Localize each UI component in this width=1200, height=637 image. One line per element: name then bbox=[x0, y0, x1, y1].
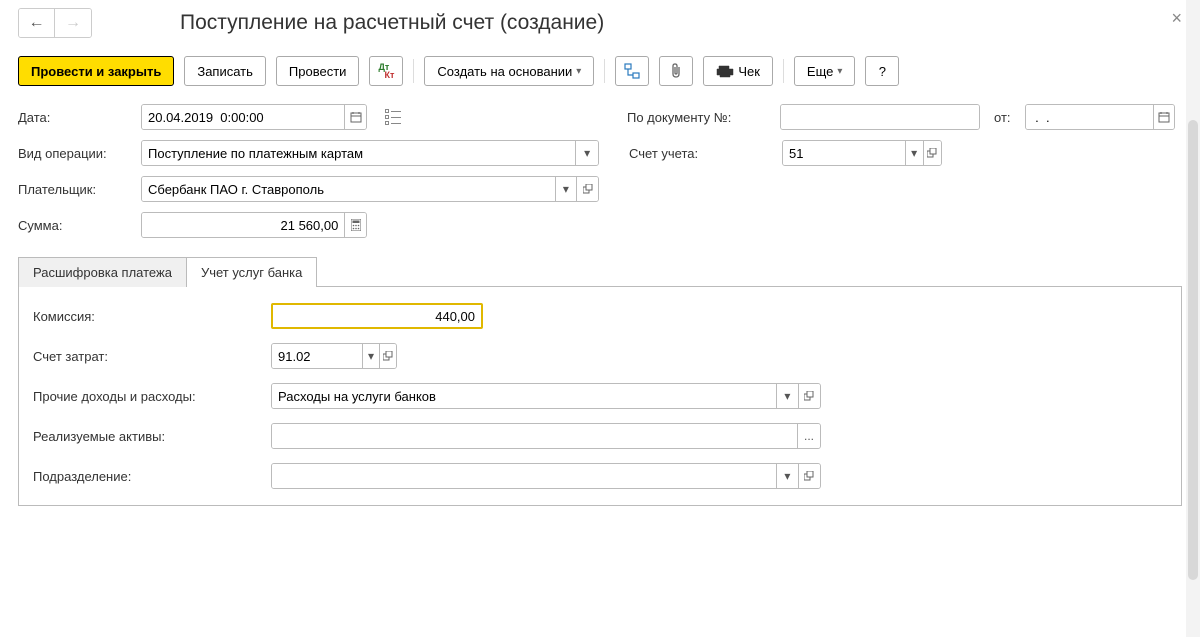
dtkt-icon: ДтКт bbox=[378, 63, 394, 79]
printer-icon bbox=[716, 64, 734, 78]
open-icon[interactable] bbox=[798, 384, 820, 408]
account-input-wrap: ▾ bbox=[782, 140, 942, 166]
create-based-button[interactable]: Создать на основании ▾ bbox=[424, 56, 594, 86]
structure-button[interactable] bbox=[615, 56, 649, 86]
chevron-down-icon[interactable]: ▾ bbox=[555, 177, 577, 201]
scrollbar[interactable] bbox=[1186, 0, 1200, 637]
row-optype: Вид операции: ▾ Счет учета: ▾ bbox=[18, 140, 1182, 166]
payer-input-wrap: ▾ bbox=[141, 176, 599, 202]
chevron-down-icon[interactable]: ▾ bbox=[776, 384, 798, 408]
row-date: Дата: По документу №: от: bbox=[18, 104, 1182, 130]
open-icon[interactable] bbox=[798, 464, 820, 488]
docdate-label: от: bbox=[994, 110, 1011, 125]
docnum-label: По документу №: bbox=[627, 110, 772, 125]
expense-acc-input[interactable] bbox=[272, 344, 362, 368]
chevron-down-icon[interactable]: ▾ bbox=[362, 344, 379, 368]
docnum-input[interactable] bbox=[781, 105, 979, 129]
more-button[interactable]: Еще ▾ bbox=[794, 56, 855, 86]
row-other: Прочие доходы и расходы: ▾ bbox=[33, 383, 1167, 409]
list-view-icon[interactable] bbox=[385, 109, 401, 125]
row-payer: Плательщик: ▾ bbox=[18, 176, 1182, 202]
assets-input-wrap: ... bbox=[271, 423, 821, 449]
other-input-wrap: ▾ bbox=[271, 383, 821, 409]
forward-button[interactable]: → bbox=[55, 9, 91, 37]
toolbar: Провести и закрыть Записать Провести ДтК… bbox=[18, 56, 1182, 86]
close-button[interactable]: × bbox=[1171, 8, 1182, 29]
chevron-down-icon[interactable]: ▾ bbox=[776, 464, 798, 488]
division-input[interactable] bbox=[272, 464, 776, 488]
ellipsis-icon[interactable]: ... bbox=[797, 424, 820, 448]
commission-input-wrap bbox=[271, 303, 483, 329]
division-input-wrap: ▾ bbox=[271, 463, 821, 489]
optype-label: Вид операции: bbox=[18, 146, 133, 161]
page-title: Поступление на расчетный счет (создание) bbox=[180, 11, 604, 35]
chevron-down-icon[interactable]: ▾ bbox=[905, 141, 923, 165]
assets-label: Реализуемые активы: bbox=[33, 429, 263, 444]
commission-input[interactable] bbox=[273, 305, 481, 327]
other-label: Прочие доходы и расходы: bbox=[33, 389, 263, 404]
scrollbar-thumb[interactable] bbox=[1188, 120, 1198, 580]
back-button[interactable]: ← bbox=[19, 9, 55, 37]
help-button[interactable]: ? bbox=[865, 56, 899, 86]
calculator-icon[interactable] bbox=[344, 213, 366, 237]
dtkt-button[interactable]: ДтКт bbox=[369, 56, 403, 86]
assets-input[interactable] bbox=[272, 424, 797, 448]
commission-label: Комиссия: bbox=[33, 309, 263, 324]
date-label: Дата: bbox=[18, 110, 133, 125]
header: ← → Поступление на расчетный счет (созда… bbox=[18, 8, 1182, 38]
open-icon[interactable] bbox=[923, 141, 941, 165]
date-input-wrap bbox=[141, 104, 367, 130]
date-input[interactable] bbox=[142, 105, 344, 129]
check-label: Чек bbox=[738, 64, 760, 79]
separator bbox=[783, 59, 784, 83]
tab-body: Комиссия: Счет затрат: ▾ bbox=[18, 286, 1182, 506]
row-division: Подразделение: ▾ bbox=[33, 463, 1167, 489]
docdate-input-wrap bbox=[1025, 104, 1175, 130]
sum-label: Сумма: bbox=[18, 218, 133, 233]
expense-acc-label: Счет затрат: bbox=[33, 349, 263, 364]
optype-input-wrap: ▾ bbox=[141, 140, 599, 166]
post-close-button[interactable]: Провести и закрыть bbox=[18, 56, 174, 86]
expense-acc-input-wrap: ▾ bbox=[271, 343, 397, 369]
account-input[interactable] bbox=[783, 141, 905, 165]
division-label: Подразделение: bbox=[33, 469, 263, 484]
other-input[interactable] bbox=[272, 384, 776, 408]
calendar-icon[interactable] bbox=[344, 105, 366, 129]
payer-input[interactable] bbox=[142, 177, 555, 201]
create-based-label: Создать на основании bbox=[437, 64, 572, 79]
payer-label: Плательщик: bbox=[18, 182, 133, 197]
row-assets: Реализуемые активы: ... bbox=[33, 423, 1167, 449]
form: Дата: По документу №: от: bbox=[18, 104, 1182, 506]
paperclip-icon bbox=[669, 63, 683, 79]
calendar-icon[interactable] bbox=[1153, 105, 1174, 129]
row-sum: Сумма: bbox=[18, 212, 1182, 238]
open-icon[interactable] bbox=[576, 177, 598, 201]
sum-input-wrap bbox=[141, 212, 367, 238]
chevron-down-icon: ▾ bbox=[576, 66, 581, 77]
docdate-input[interactable] bbox=[1026, 105, 1153, 129]
more-label: Еще bbox=[807, 64, 833, 79]
optype-input[interactable] bbox=[142, 141, 575, 165]
check-button[interactable]: Чек bbox=[703, 56, 773, 86]
tab-payment-breakdown[interactable]: Расшифровка платежа bbox=[18, 257, 187, 287]
separator bbox=[604, 59, 605, 83]
attachment-button[interactable] bbox=[659, 56, 693, 86]
docnum-input-wrap bbox=[780, 104, 980, 130]
nav-buttons: ← → bbox=[18, 8, 92, 38]
chevron-down-icon[interactable]: ▾ bbox=[575, 141, 598, 165]
tab-bank-services[interactable]: Учет услуг банка bbox=[186, 257, 317, 287]
post-button[interactable]: Провести bbox=[276, 56, 360, 86]
account-label: Счет учета: bbox=[629, 146, 774, 161]
row-expense-acc: Счет затрат: ▾ bbox=[33, 343, 1167, 369]
structure-icon bbox=[624, 63, 640, 79]
open-icon[interactable] bbox=[379, 344, 396, 368]
sum-input[interactable] bbox=[142, 213, 344, 237]
window: × ← → Поступление на расчетный счет (соз… bbox=[0, 0, 1200, 637]
row-commission: Комиссия: bbox=[33, 303, 1167, 329]
save-button[interactable]: Записать bbox=[184, 56, 266, 86]
separator bbox=[413, 59, 414, 83]
tabs-container: Расшифровка платежа Учет услуг банка Ком… bbox=[18, 248, 1182, 506]
tabs: Расшифровка платежа Учет услуг банка bbox=[18, 256, 1182, 286]
chevron-down-icon: ▾ bbox=[837, 66, 842, 77]
